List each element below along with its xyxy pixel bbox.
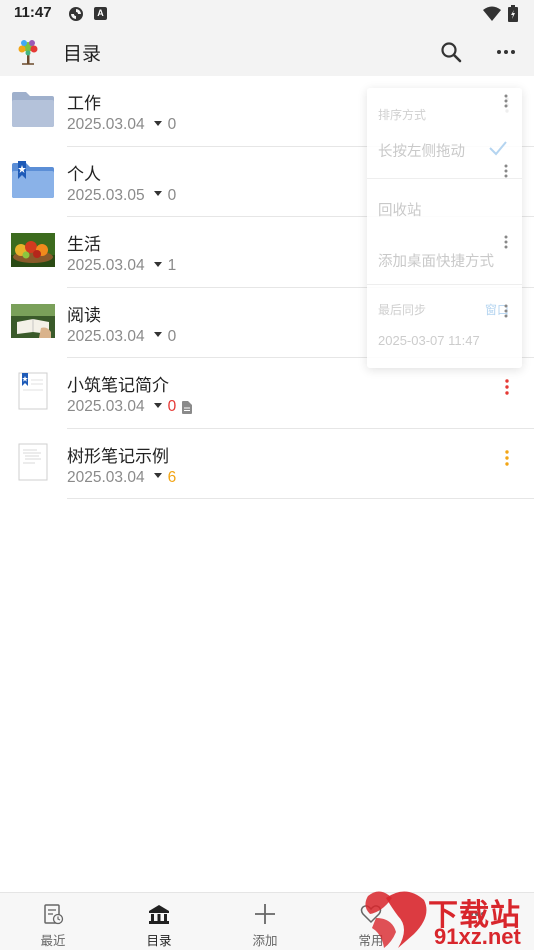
item-count: 0 <box>167 327 177 345</box>
more-vert-icon[interactable] <box>498 376 516 398</box>
caret-down-icon[interactable] <box>153 473 162 478</box>
status-bar: 11:47 A <box>0 0 534 28</box>
item-meta: 2025.03.04 6 <box>67 469 176 487</box>
watermark-url: 91xz.net <box>434 924 521 949</box>
item-date: 2025.03.05 <box>67 186 145 204</box>
watermark: 下载站 91xz.net <box>362 888 534 950</box>
watermark-logo <box>365 891 427 948</box>
sync-icon <box>69 7 83 21</box>
wifi-icon <box>483 6 501 21</box>
item-count: 0 <box>167 186 177 204</box>
item-meta: 2025.03.04 0 <box>67 398 193 416</box>
sort-option-drag[interactable]: 长按左侧拖动 <box>378 140 465 161</box>
item-name: 个人 <box>67 164 101 185</box>
nav-tab-directory[interactable]: 目录 <box>106 893 212 950</box>
item-count: 0 <box>167 398 177 415</box>
check-icon <box>489 141 507 156</box>
recycle-bin-item[interactable]: 回收站 <box>378 199 422 220</box>
item-count: 0 <box>167 116 177 133</box>
nav-tab-recent[interactable]: 最近 <box>0 893 106 950</box>
item-name: 工作 <box>67 94 101 114</box>
divider <box>67 498 534 499</box>
nav-tab-add[interactable]: 添加 <box>212 893 318 950</box>
item-name: 阅读 <box>67 305 101 326</box>
overflow-popup-menu: 排序方式 长按左侧拖动 回收站 添加桌面快捷方式 最后同步 窗口 2025-03… <box>367 88 522 368</box>
nav-label: 目录 <box>146 933 172 948</box>
add-shortcut-item[interactable]: 添加桌面快捷方式 <box>378 250 494 271</box>
caret-down-icon[interactable] <box>153 261 162 267</box>
bank-building-icon <box>149 905 169 924</box>
status-time: 11:47 <box>14 4 52 21</box>
search-icon[interactable] <box>439 40 463 64</box>
item-date: 2025.03.04 <box>67 468 145 486</box>
folder-icon <box>12 92 54 127</box>
item-date: 2025.03.04 <box>67 327 145 345</box>
item-date: 2025.03.04 <box>67 257 145 274</box>
document-icon <box>18 443 48 480</box>
sort-header: 排序方式 <box>378 108 427 122</box>
menu-divider <box>367 178 522 179</box>
nav-label: 添加 <box>252 933 278 948</box>
list-item[interactable]: 树形笔记示例 2025.03.04 6 <box>0 429 534 499</box>
item-count: 6 <box>167 468 177 486</box>
plus-icon <box>255 904 275 924</box>
item-meta: 2025.03.04 0 <box>67 328 176 346</box>
bookmark-document-icon <box>18 372 48 410</box>
item-date: 2025.03.04 <box>67 116 145 133</box>
list-item[interactable]: 小筑笔记简介 2025.03.04 0 <box>0 358 534 429</box>
caret-down-icon[interactable] <box>153 191 162 196</box>
caret-down-icon[interactable] <box>153 120 162 126</box>
recent-note-icon <box>44 904 64 925</box>
item-meta: 2025.03.05 0 <box>67 187 176 205</box>
more-horiz-icon[interactable] <box>494 40 518 64</box>
document-mini-icon <box>182 400 193 414</box>
page-title: 目录 <box>63 43 102 65</box>
bookmark-folder-icon <box>12 160 54 198</box>
more-vert-icon[interactable] <box>498 302 514 320</box>
app-bar: 目录 <box>0 28 534 76</box>
caret-down-icon[interactable] <box>153 402 162 408</box>
more-vert-icon[interactable] <box>498 92 514 110</box>
item-count: 1 <box>167 257 177 274</box>
item-meta: 2025.03.04 0 <box>67 116 176 134</box>
more-vert-icon[interactable] <box>498 233 514 251</box>
item-name: 小筑笔记简介 <box>67 376 169 396</box>
item-meta: 2025.03.04 1 <box>67 257 176 275</box>
more-vert-icon[interactable] <box>498 447 516 469</box>
caret-down-icon[interactable] <box>153 332 162 337</box>
item-name: 生活 <box>67 235 101 255</box>
battery-icon <box>508 5 518 22</box>
item-date: 2025.03.04 <box>67 398 145 415</box>
sync-time: 2025-03-07 11:47 <box>378 333 480 348</box>
menu-divider <box>367 284 522 285</box>
reading-photo-thumb <box>11 303 55 338</box>
a-badge-icon: A <box>94 7 107 20</box>
nav-label: 最近 <box>40 933 66 948</box>
tree-logo-icon <box>18 40 38 65</box>
sync-header: 最后同步 <box>378 303 427 317</box>
fruit-photo-thumb <box>11 233 55 267</box>
item-name: 树形笔记示例 <box>67 446 169 467</box>
